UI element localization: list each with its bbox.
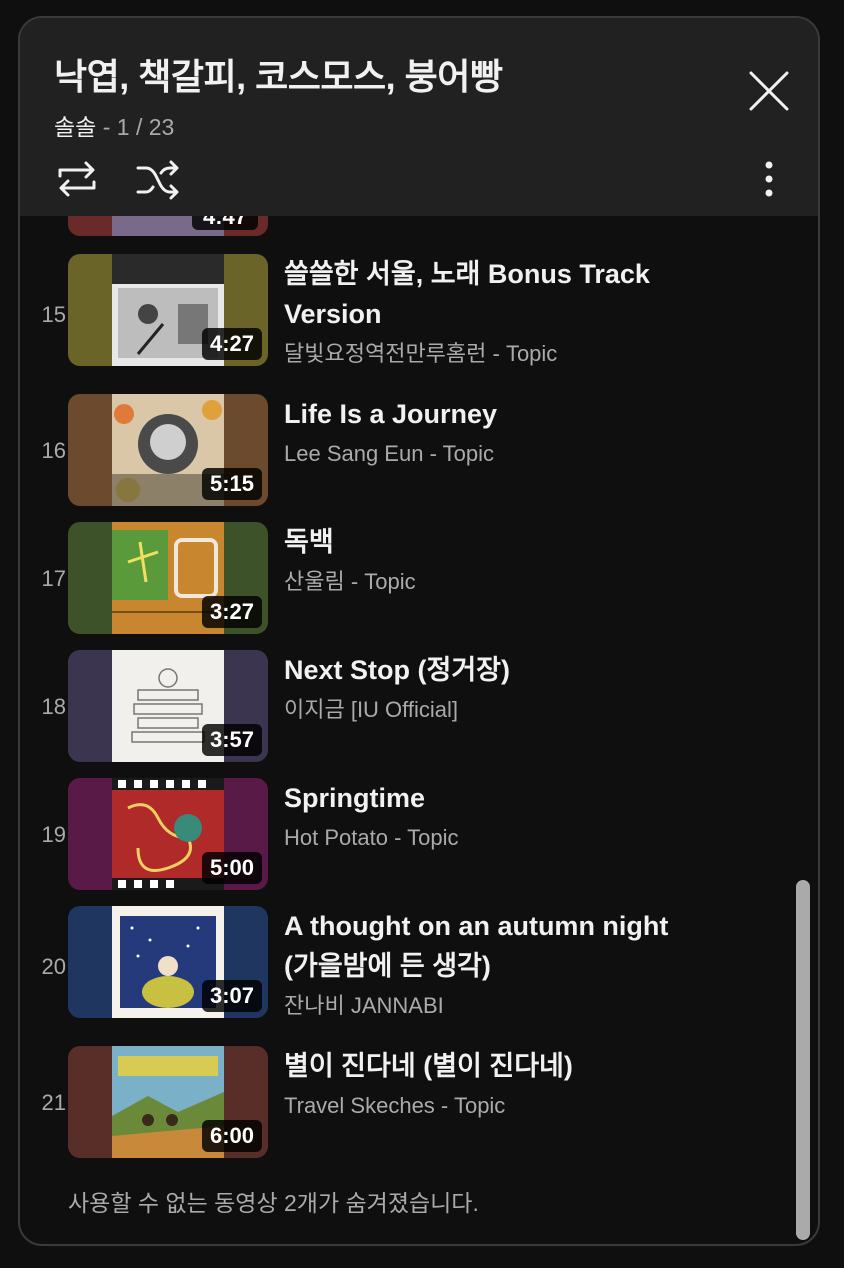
duration-badge: 5:15 xyxy=(201,468,262,500)
partial-thumbnail-art: 4:47 xyxy=(68,216,268,236)
video-info: 쓸쓸한 서울, 노래 Bonus Track Version 달빛요정역전만루홈… xyxy=(284,254,704,368)
video-thumbnail[interactable]: 3:57 xyxy=(68,650,268,762)
playlist-row[interactable]: 19 5:00 Springtime Hot Potato - Topic xyxy=(20,778,778,890)
playlist-row[interactable]: 16 5:15 Life Is a Journey Lee Sang Eun -… xyxy=(20,394,778,506)
row-index: 18 xyxy=(41,694,66,719)
video-thumbnail[interactable]: 5:15 xyxy=(68,394,268,506)
row-index: 17 xyxy=(41,566,66,591)
video-title[interactable]: A thought on an autumn night (가을밤에 든 생각) xyxy=(284,906,704,986)
video-title[interactable]: 별이 진다네 (별이 진다네) xyxy=(284,1046,704,1086)
video-thumbnail[interactable]: 6:00 xyxy=(68,1046,268,1158)
playlist-row[interactable]: 20 3:07 A thought on an autumn night (가을… xyxy=(20,906,778,1018)
loop-icon xyxy=(58,161,96,197)
playlist-header: 낙엽, 책갈피, 코스모스, 붕어빵 솔솔 - 1 / 23 xyxy=(20,18,818,216)
video-info: Life Is a Journey Lee Sang Eun - Topic xyxy=(284,394,704,468)
scrollbar-thumb[interactable] xyxy=(796,880,810,1240)
more-vert-icon xyxy=(765,161,773,197)
duration-badge: 3:57 xyxy=(201,724,262,756)
playlist-row[interactable]: 21 6:00 별이 진다네 (별이 진다네) Travel Skeches -… xyxy=(20,1046,778,1158)
channel-name: 이지금 [IU Official] xyxy=(284,697,459,722)
video-info: A thought on an autumn night (가을밤에 든 생각)… xyxy=(284,906,704,1020)
close-icon xyxy=(749,71,789,111)
shuffle-button[interactable] xyxy=(134,156,180,202)
channel-name: 잔나비 JANNABI xyxy=(284,993,444,1018)
playlist-row[interactable]: 18 3:57 Next Stop (정거장) 이지금 [IU Official… xyxy=(20,650,778,762)
playlist-items[interactable]: 4:47 15 4:27 쓸쓸한 서울, 노래 Bonus Track Vers… xyxy=(20,216,818,1244)
channel-name: Hot Potato - Topic xyxy=(284,825,459,850)
video-thumbnail[interactable]: 4:27 xyxy=(68,254,268,366)
video-title[interactable]: 쓸쓸한 서울, 노래 Bonus Track Version xyxy=(284,254,704,334)
hidden-videos-note: 사용할 수 없는 동영상 2개가 숨겨졌습니다. xyxy=(68,1190,479,1216)
playlist-title[interactable]: 낙엽, 책갈피, 코스모스, 붕어빵 xyxy=(54,48,503,100)
duration-badge: 5:00 xyxy=(201,852,262,884)
row-index: 21 xyxy=(41,1090,66,1115)
video-info: Springtime Hot Potato - Topic xyxy=(284,778,704,852)
playlist-panel: 4:47 15 4:27 쓸쓸한 서울, 노래 Bonus Track Vers… xyxy=(18,16,820,1246)
video-info: Next Stop (정거장) 이지금 [IU Official] xyxy=(284,650,704,724)
video-thumbnail[interactable]: 3:27 xyxy=(68,522,268,634)
row-index: 16 xyxy=(41,438,66,463)
playlist-row[interactable]: 15 4:27 쓸쓸한 서울, 노래 Bonus Track Version 달… xyxy=(20,254,778,366)
duration-badge: 4:27 xyxy=(201,328,262,360)
video-info: 별이 진다네 (별이 진다네) Travel Skeches - Topic xyxy=(284,1046,704,1120)
partial-duration: 4:47 xyxy=(203,216,247,229)
row-index: 20 xyxy=(41,954,66,979)
channel-name: 달빛요정역전만루홈런 - Topic xyxy=(284,341,558,366)
channel-name: 산울림 - Topic xyxy=(284,569,416,594)
channel-name: Lee Sang Eun - Topic xyxy=(284,441,494,466)
video-thumbnail[interactable]: 5:00 xyxy=(68,778,268,890)
video-title[interactable]: Springtime xyxy=(284,778,704,818)
playlist-owner[interactable]: 솔솔 xyxy=(54,114,96,140)
duration-badge: 3:27 xyxy=(201,596,262,628)
playlist-position: - 1 / 23 xyxy=(96,114,175,140)
loop-button[interactable] xyxy=(54,156,100,202)
partial-thumbnail[interactable]: 4:47 xyxy=(68,216,268,236)
more-options-button[interactable] xyxy=(746,156,792,202)
duration-badge: 3:07 xyxy=(201,980,262,1012)
video-title[interactable]: 독백 xyxy=(284,522,704,562)
video-info: 독백 산울림 - Topic xyxy=(284,522,704,596)
shuffle-icon xyxy=(136,160,179,200)
playlist-row[interactable]: 17 3:27 독백 산울림 - Topic xyxy=(20,522,778,634)
duration-badge: 6:00 xyxy=(201,1120,262,1152)
video-title[interactable]: Next Stop (정거장) xyxy=(284,650,704,690)
playlist-subtitle: 솔솔 - 1 / 23 xyxy=(54,108,174,142)
video-thumbnail[interactable]: 3:07 xyxy=(68,906,268,1018)
video-title[interactable]: Life Is a Journey xyxy=(284,394,704,434)
row-index: 19 xyxy=(41,822,66,847)
channel-name: Travel Skeches - Topic xyxy=(284,1093,506,1118)
row-index: 15 xyxy=(41,302,66,327)
close-button[interactable] xyxy=(748,70,790,112)
